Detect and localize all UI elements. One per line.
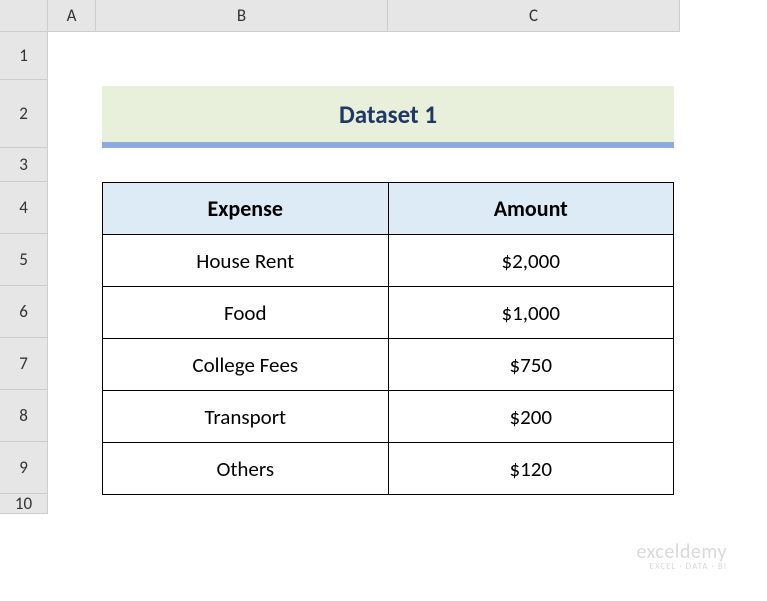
cell-a3[interactable] xyxy=(48,148,96,182)
expense-table: Expense Amount House Rent $2,000 Food $1… xyxy=(102,182,674,495)
cell-amount[interactable]: $750 xyxy=(388,339,674,391)
cell-amount[interactable]: $200 xyxy=(388,391,674,443)
header-expense[interactable]: Expense xyxy=(103,183,389,235)
cell-expense[interactable]: Transport xyxy=(103,391,389,443)
table-row: Transport $200 xyxy=(103,391,674,443)
cell-expense[interactable]: Others xyxy=(103,443,389,495)
dataset-title[interactable]: Dataset 1 xyxy=(102,86,674,148)
row-header-9[interactable]: 9 xyxy=(0,442,48,494)
row-header-4[interactable]: 4 xyxy=(0,182,48,234)
cell-a9[interactable] xyxy=(48,442,96,494)
cell-a5[interactable] xyxy=(48,234,96,286)
cell-b10[interactable] xyxy=(96,494,388,514)
cell-expense[interactable]: Food xyxy=(103,287,389,339)
col-header-c[interactable]: C xyxy=(388,0,680,32)
cell-b1[interactable] xyxy=(96,32,388,80)
row-header-7[interactable]: 7 xyxy=(0,338,48,390)
cell-a7[interactable] xyxy=(48,338,96,390)
table-row: College Fees $750 xyxy=(103,339,674,391)
expense-table-wrap: Expense Amount House Rent $2,000 Food $1… xyxy=(96,182,680,494)
table-row: House Rent $2,000 xyxy=(103,235,674,287)
cell-expense[interactable]: House Rent xyxy=(103,235,389,287)
row-header-6[interactable]: 6 xyxy=(0,286,48,338)
cell-b3[interactable] xyxy=(96,148,388,182)
cell-a10[interactable] xyxy=(48,494,96,514)
row-header-2[interactable]: 2 xyxy=(0,80,48,148)
cell-a2[interactable] xyxy=(48,80,96,148)
watermark: exceldemy EXCEL · DATA · BI xyxy=(637,542,727,571)
cell-amount[interactable]: $120 xyxy=(388,443,674,495)
cell-a4[interactable] xyxy=(48,182,96,234)
select-all-corner[interactable] xyxy=(0,0,48,32)
cell-c3[interactable] xyxy=(388,148,680,182)
row-header-5[interactable]: 5 xyxy=(0,234,48,286)
watermark-brand: exceldemy xyxy=(637,542,727,562)
row-header-3[interactable]: 3 xyxy=(0,148,48,182)
row-header-8[interactable]: 8 xyxy=(0,390,48,442)
col-header-a[interactable]: A xyxy=(48,0,96,32)
cell-c1[interactable] xyxy=(388,32,680,80)
table-row: Others $120 xyxy=(103,443,674,495)
cell-a6[interactable] xyxy=(48,286,96,338)
header-amount[interactable]: Amount xyxy=(388,183,674,235)
cell-c10[interactable] xyxy=(388,494,680,514)
cell-amount[interactable]: $2,000 xyxy=(388,235,674,287)
row-header-1[interactable]: 1 xyxy=(0,32,48,80)
cell-amount[interactable]: $1,000 xyxy=(388,287,674,339)
cell-a8[interactable] xyxy=(48,390,96,442)
table-row: Food $1,000 xyxy=(103,287,674,339)
spreadsheet-grid: A B C 1 2 3 4 5 6 7 8 9 10 Dataset 1 Exp… xyxy=(0,0,767,514)
cell-expense[interactable]: College Fees xyxy=(103,339,389,391)
col-header-b[interactable]: B xyxy=(96,0,388,32)
cell-a1[interactable] xyxy=(48,32,96,80)
row-header-10[interactable]: 10 xyxy=(0,494,48,514)
table-header-row: Expense Amount xyxy=(103,183,674,235)
watermark-tagline: EXCEL · DATA · BI xyxy=(637,562,727,571)
